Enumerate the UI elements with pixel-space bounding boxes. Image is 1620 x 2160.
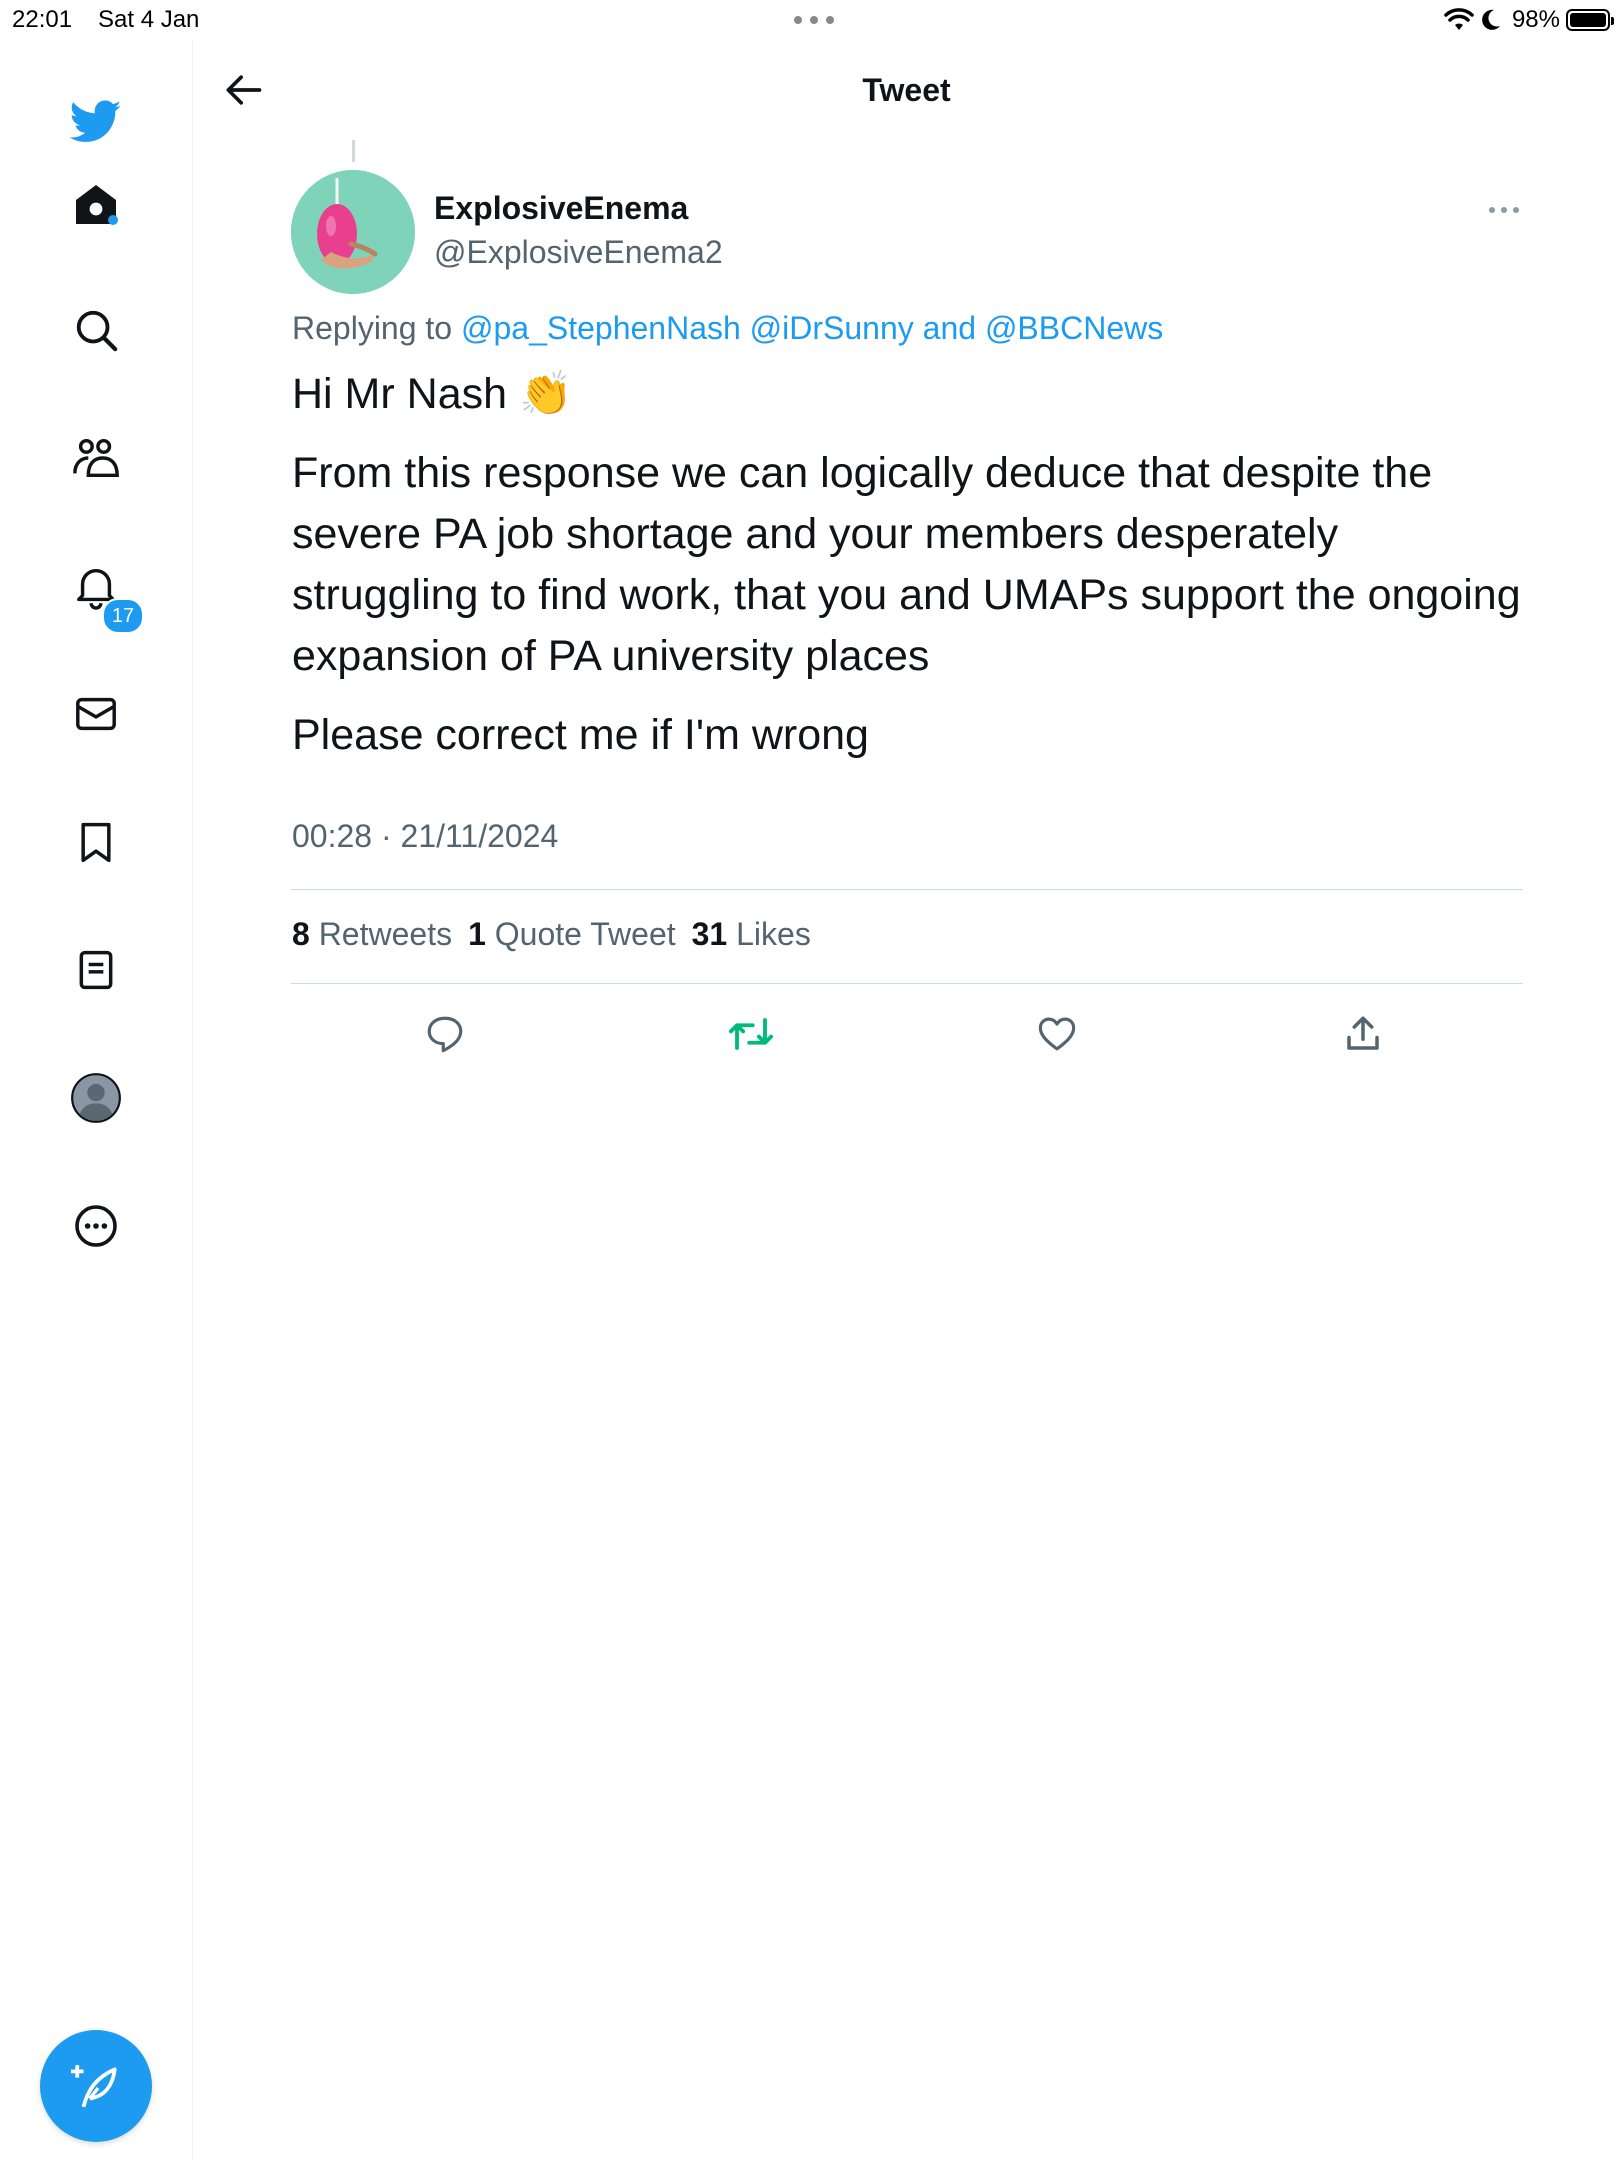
likes-stat[interactable]: 31 Likes — [692, 916, 811, 953]
sidebar-item-lists[interactable] — [64, 938, 128, 1002]
tweet-body: Hi Mr Nash 👏 From this response we can l… — [292, 364, 1532, 784]
retweets-label: Retweets — [318, 916, 453, 952]
more-circle-icon — [75, 1205, 117, 1247]
like-button[interactable] — [1027, 1004, 1087, 1064]
sidebar-item-bookmarks[interactable] — [64, 810, 128, 874]
multitasking-dots-icon[interactable] — [790, 8, 838, 32]
user-handle[interactable]: @ExplosiveEnema2 — [434, 234, 723, 271]
tweet-stats: 8 Retweets 1 Quote Tweet 31 Likes — [292, 916, 811, 953]
likes-count: 31 — [691, 916, 728, 952]
tweet-paragraph: Please correct me if I'm wrong — [292, 711, 869, 759]
thread-connector-line — [352, 140, 355, 162]
tweet-paragraph: Hi Mr Nash 👏 — [292, 370, 573, 418]
list-icon — [79, 950, 113, 990]
tweet-timestamp[interactable]: 00:28 · 21/11/2024 — [292, 818, 558, 855]
bookmark-icon — [81, 822, 111, 863]
status-date: Sat 4 Jan — [98, 6, 200, 33]
page-title: Tweet — [862, 72, 951, 108]
divider — [291, 983, 1523, 984]
retweets-count: 8 — [292, 916, 310, 952]
home-unread-dot — [108, 215, 118, 225]
tweet-options-icon[interactable] — [1486, 196, 1522, 224]
enema-bulb-avatar-icon — [291, 170, 415, 294]
battery-icon — [1566, 9, 1614, 31]
twitter-logo-icon[interactable] — [64, 90, 128, 154]
replying-prefix: Replying to — [292, 310, 453, 346]
divider — [291, 889, 1523, 890]
sidebar-item-home[interactable] — [64, 172, 128, 236]
reply-button[interactable] — [415, 1004, 475, 1064]
share-icon — [1347, 1016, 1379, 1050]
likes-label: Likes — [736, 916, 811, 952]
status-bar: 22:01 Sat 4 Jan 98% — [0, 0, 1620, 40]
sidebar-item-search[interactable] — [64, 298, 128, 362]
sidebar-item-profile[interactable] — [64, 1066, 128, 1130]
retweets-stat[interactable]: 8 Retweets — [292, 916, 452, 953]
compose-feather-icon — [71, 2065, 117, 2108]
mention-link[interactable]: @BBCNews — [985, 310, 1163, 346]
share-button[interactable] — [1333, 1004, 1393, 1064]
replying-and[interactable]: and — [923, 310, 976, 346]
sidebar-item-more[interactable] — [64, 1194, 128, 1258]
user-avatar[interactable] — [291, 170, 415, 294]
quotes-count: 1 — [468, 916, 486, 952]
mention-link[interactable]: @iDrSunny — [750, 310, 914, 346]
status-time: 22:01 — [12, 6, 73, 33]
sidebar-item-communities[interactable] — [64, 426, 128, 490]
notifications-badge: 17 — [102, 598, 144, 634]
moon-icon — [1482, 9, 1500, 30]
compose-tweet-button[interactable] — [40, 2030, 152, 2142]
wifi-icon — [1444, 8, 1474, 30]
tweet-actions — [291, 1004, 1523, 1064]
retweet-icon — [728, 1018, 774, 1050]
battery-percent: 98% — [1511, 6, 1560, 33]
sidebar-item-messages[interactable] — [64, 682, 128, 746]
quotes-label: Quote Tweet — [494, 916, 676, 952]
quotes-stat[interactable]: 1 Quote Tweet — [468, 916, 676, 953]
mention-link[interactable]: @pa_StephenNash — [461, 310, 741, 346]
communities-icon — [73, 438, 119, 478]
display-name[interactable]: ExplosiveEnema — [434, 190, 688, 227]
tweet-header: Tweet — [193, 40, 1620, 140]
envelope-icon — [76, 697, 116, 731]
sidebar: 17 — [0, 40, 193, 2160]
replying-to: Replying to @pa_StephenNash @iDrSunny an… — [292, 310, 1163, 347]
status-indicators: 98% — [1444, 6, 1614, 34]
heart-icon — [1038, 1017, 1076, 1051]
search-icon — [76, 310, 118, 352]
tweet-paragraph: From this response we can logically dedu… — [292, 449, 1521, 680]
reply-icon — [427, 1016, 463, 1053]
retweet-button[interactable] — [721, 1004, 781, 1064]
avatar-icon — [71, 1073, 121, 1123]
